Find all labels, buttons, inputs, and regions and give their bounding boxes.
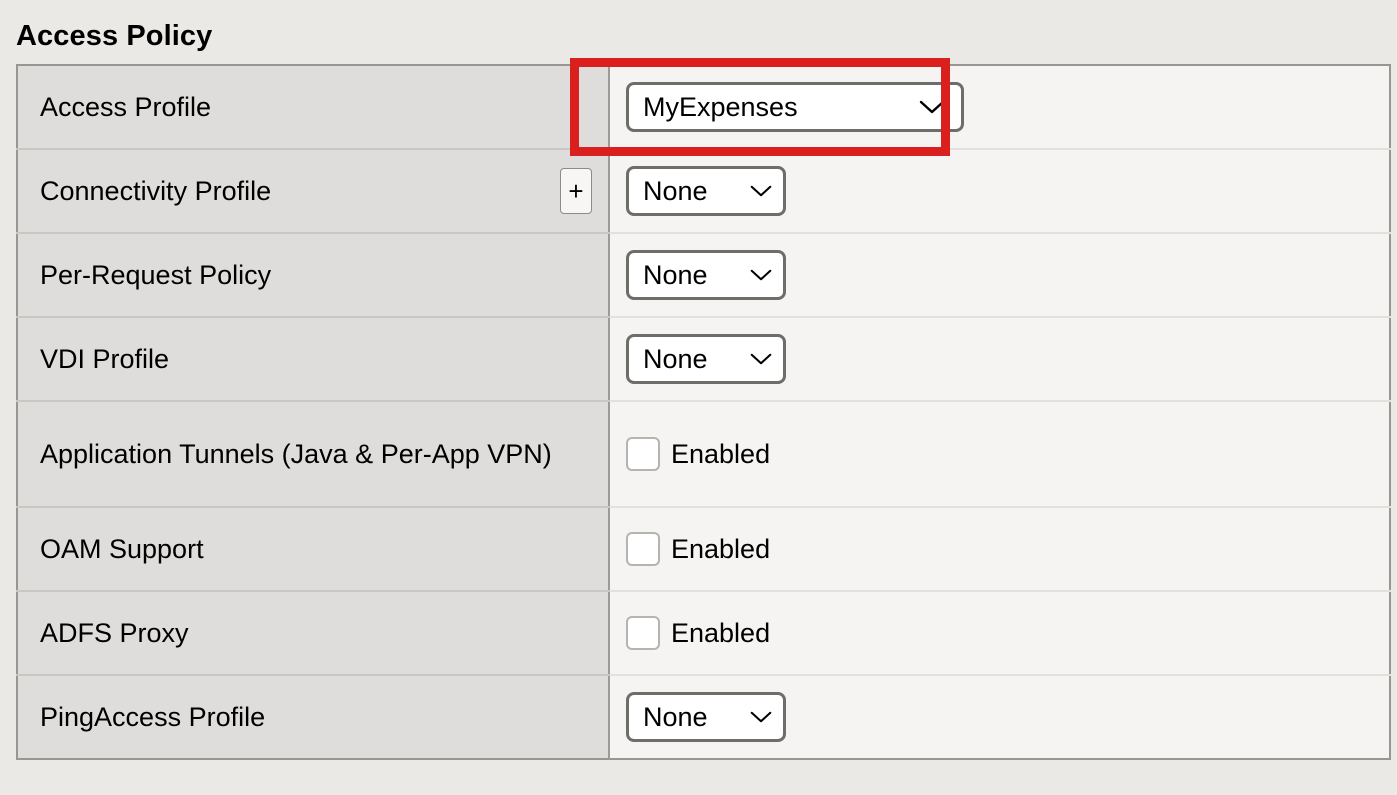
per-request-policy-select-value: None	[643, 260, 708, 290]
chevron-down-icon	[750, 184, 772, 198]
chevron-down-icon	[919, 99, 945, 115]
access-policy-table-body: Access Profile MyExpenses Connectivity P…	[17, 65, 1390, 759]
table-row: OAM Support Enabled	[17, 507, 1390, 592]
access-profile-select-value: MyExpenses	[643, 92, 798, 122]
row-label-per-request-policy: Per-Request Policy	[40, 259, 272, 290]
table-row: ADFS Proxy Enabled	[17, 591, 1390, 676]
adfs-proxy-enabled-row: Enabled	[626, 616, 1389, 650]
row-label-cell-pingaccess-profile: PingAccess Profile	[17, 675, 610, 759]
table-row: Per-Request Policy None	[17, 233, 1390, 318]
row-value-cell-connectivity-profile: None	[609, 149, 1390, 234]
oam-support-enabled-row: Enabled	[626, 532, 1389, 566]
connectivity-profile-select[interactable]: None	[626, 166, 786, 216]
row-label-connectivity-profile: Connectivity Profile	[40, 175, 272, 206]
adfs-proxy-enabled-checkbox[interactable]	[626, 616, 660, 650]
access-policy-page: Access Policy Access Profile MyExpenses	[0, 0, 1397, 795]
chevron-down-icon	[750, 268, 772, 282]
table-row: VDI Profile None	[17, 317, 1390, 402]
row-value-cell-oam-support: Enabled	[609, 507, 1390, 592]
row-value-cell-adfs-proxy: Enabled	[609, 591, 1390, 676]
row-label-cell-per-request-policy: Per-Request Policy	[17, 233, 610, 318]
access-policy-table: Access Profile MyExpenses Connectivity P…	[16, 64, 1391, 760]
oam-support-enabled-label: Enabled	[671, 533, 771, 564]
table-row: Connectivity Profile + None	[17, 149, 1390, 234]
row-label-adfs-proxy: ADFS Proxy	[40, 617, 189, 648]
per-request-policy-select[interactable]: None	[626, 250, 786, 300]
page-title: Access Policy	[16, 20, 213, 52]
oam-support-enabled-checkbox[interactable]	[626, 532, 660, 566]
row-label-cell-access-profile: Access Profile	[17, 65, 610, 150]
row-label-pingaccess-profile: PingAccess Profile	[40, 701, 266, 732]
vdi-profile-select[interactable]: None	[626, 334, 786, 384]
row-label-cell-connectivity-profile: Connectivity Profile +	[17, 149, 610, 234]
table-row: Application Tunnels (Java & Per-App VPN)…	[17, 401, 1390, 508]
row-label-cell-vdi-profile: VDI Profile	[17, 317, 610, 402]
table-row: Access Profile MyExpenses	[17, 65, 1390, 150]
row-label-application-tunnels: Application Tunnels (Java & Per-App VPN)	[40, 438, 552, 469]
connectivity-profile-select-value: None	[643, 176, 708, 206]
row-value-cell-application-tunnels: Enabled	[609, 401, 1390, 508]
application-tunnels-enabled-checkbox[interactable]	[626, 437, 660, 471]
row-value-cell-access-profile: MyExpenses	[609, 65, 1390, 150]
vdi-profile-select-value: None	[643, 344, 708, 374]
row-label-oam-support: OAM Support	[40, 533, 204, 564]
row-label-cell-oam-support: OAM Support	[17, 507, 610, 592]
row-label-vdi-profile: VDI Profile	[40, 343, 170, 374]
row-label-access-profile: Access Profile	[40, 91, 212, 122]
access-profile-select[interactable]: MyExpenses	[626, 82, 964, 132]
row-label-cell-application-tunnels: Application Tunnels (Java & Per-App VPN)	[17, 401, 610, 508]
table-row: PingAccess Profile None	[17, 675, 1390, 759]
row-value-cell-per-request-policy: None	[609, 233, 1390, 318]
chevron-down-icon	[750, 352, 772, 366]
application-tunnels-enabled-row: Enabled	[626, 437, 1389, 471]
row-value-cell-pingaccess-profile: None	[609, 675, 1390, 759]
adfs-proxy-enabled-label: Enabled	[671, 617, 771, 648]
add-connectivity-profile-button[interactable]: +	[560, 168, 592, 214]
row-label-cell-adfs-proxy: ADFS Proxy	[17, 591, 610, 676]
chevron-down-icon	[750, 710, 772, 724]
row-value-cell-vdi-profile: None	[609, 317, 1390, 402]
application-tunnels-enabled-label: Enabled	[671, 438, 771, 469]
pingaccess-profile-select[interactable]: None	[626, 692, 786, 742]
pingaccess-profile-select-value: None	[643, 702, 708, 732]
